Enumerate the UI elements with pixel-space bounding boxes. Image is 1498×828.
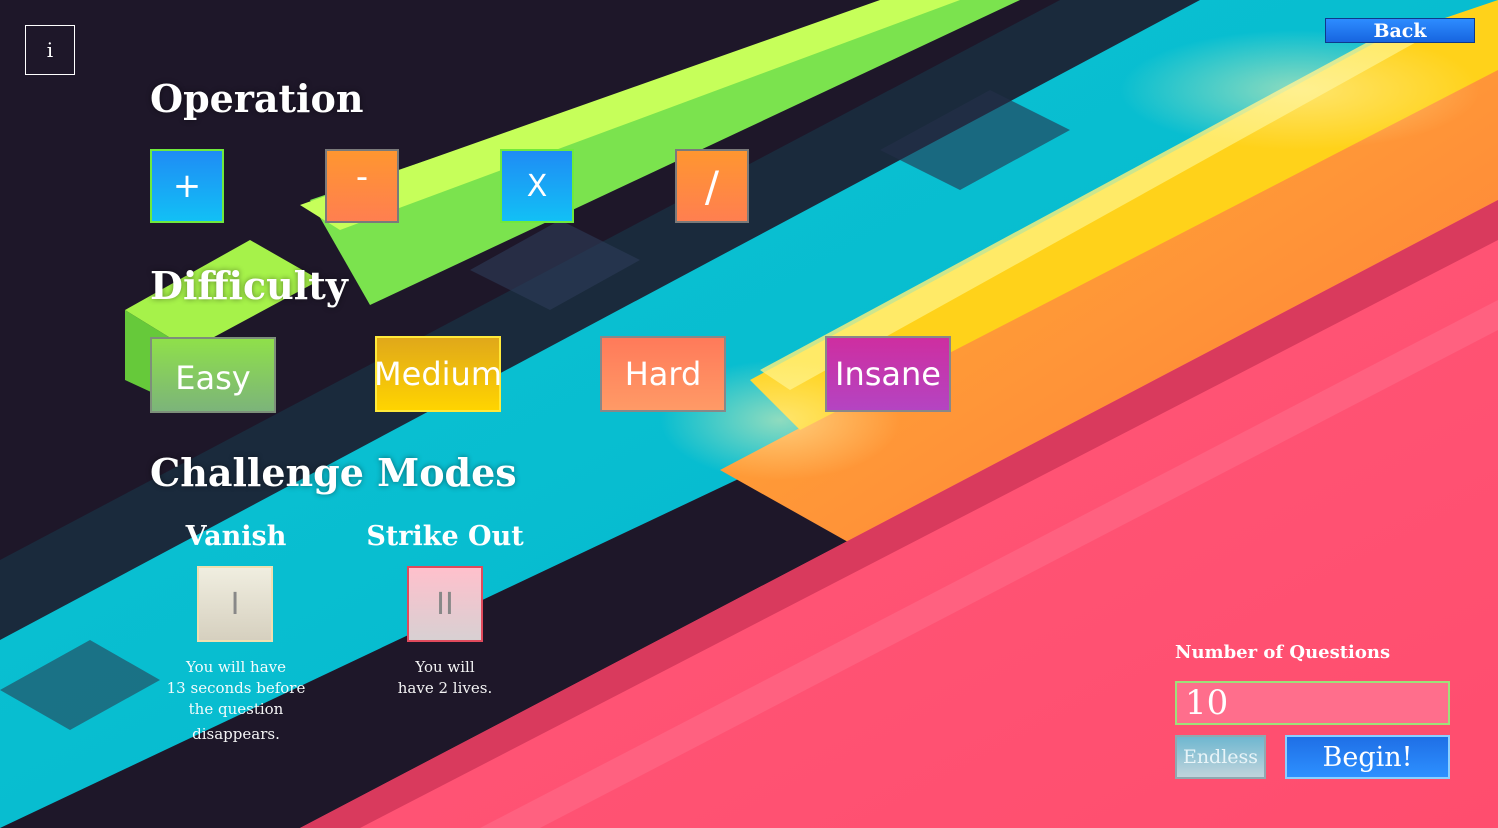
begin-button[interactable]: Begin! <box>1285 735 1450 779</box>
back-button[interactable]: Back <box>1325 18 1475 43</box>
divide-operation-label: / <box>704 161 720 211</box>
strike-out-desc-line-2: have 2 lives. <box>397 679 493 697</box>
hard-difficulty-label: Hard <box>624 355 702 393</box>
difficulty-title: Difficulty <box>150 263 348 308</box>
add-operation-label: + <box>172 166 202 206</box>
easy-difficulty-label: Easy <box>175 359 251 397</box>
vanish-mode-description: You will have 13 seconds before the ques… <box>150 657 322 745</box>
begin-button-label: Begin! <box>1322 741 1413 773</box>
vanish-mode-label: I <box>230 586 240 622</box>
challenge-modes-title: Challenge Modes <box>150 450 517 495</box>
questions-input-value: 10 <box>1185 683 1229 723</box>
vanish-desc-line-3: the question <box>188 700 284 718</box>
strike-out-mode-description: You will have 2 lives. <box>370 657 520 699</box>
back-button-label: Back <box>1373 19 1427 42</box>
endless-button-label: Endless <box>1182 746 1259 768</box>
insane-difficulty-label: Insane <box>835 355 941 393</box>
questions-input[interactable]: 10 <box>1175 681 1450 725</box>
endless-button[interactable]: Endless <box>1175 735 1266 779</box>
subtract-operation-button[interactable]: - <box>325 149 399 223</box>
info-button[interactable]: i <box>25 25 75 75</box>
vanish-mode-button[interactable]: I <box>197 566 273 642</box>
add-operation-button[interactable]: + <box>150 149 224 223</box>
operation-title: Operation <box>150 76 364 121</box>
multiply-operation-button[interactable]: X <box>500 149 574 223</box>
info-button-label: i <box>46 38 54 62</box>
subtract-operation-label: - <box>355 157 369 197</box>
easy-difficulty-button[interactable]: Easy <box>150 337 276 413</box>
vanish-mode-title: Vanish <box>185 521 287 552</box>
hard-difficulty-button[interactable]: Hard <box>600 336 726 412</box>
multiply-operation-label: X <box>526 168 548 204</box>
strike-out-desc-line-1: You will <box>415 658 475 676</box>
medium-difficulty-label: Medium <box>374 355 502 393</box>
strike-out-mode-button[interactable]: II <box>407 566 483 642</box>
vanish-desc-line-2: 13 seconds before <box>166 679 306 697</box>
divide-operation-button[interactable]: / <box>675 149 749 223</box>
strike-out-mode-title: Strike Out <box>366 521 524 552</box>
vanish-desc-line-4: disappears. <box>192 725 280 743</box>
insane-difficulty-button[interactable]: Insane <box>825 336 951 412</box>
questions-label: Number of Questions <box>1175 642 1391 663</box>
medium-difficulty-button[interactable]: Medium <box>374 336 502 412</box>
vanish-desc-line-1: You will have <box>185 658 286 676</box>
strike-out-mode-label: II <box>436 586 454 622</box>
